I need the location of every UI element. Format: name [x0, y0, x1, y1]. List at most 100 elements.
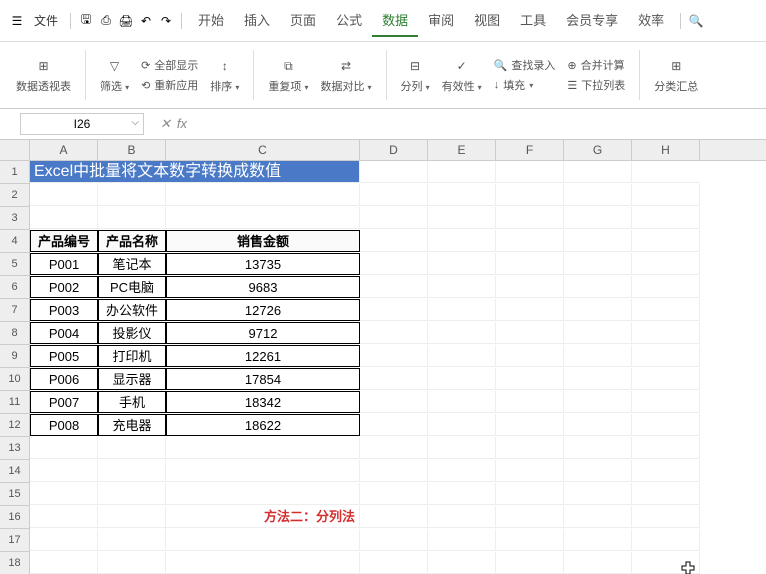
cell[interactable]	[564, 161, 632, 183]
cell[interactable]	[428, 322, 496, 344]
data-cell-id[interactable]: P007	[30, 391, 98, 413]
cell[interactable]	[632, 230, 700, 252]
row-header-2[interactable]: 2	[0, 184, 30, 207]
cell[interactable]	[428, 552, 496, 574]
cell[interactable]	[496, 253, 564, 275]
cell[interactable]	[428, 506, 496, 528]
cell[interactable]	[632, 460, 700, 482]
undo-icon[interactable]: ↶	[137, 12, 155, 30]
cell[interactable]	[360, 391, 428, 413]
cell[interactable]	[632, 529, 700, 551]
dropdown-list-button[interactable]: ☰下拉列表	[563, 76, 629, 94]
cell[interactable]	[496, 207, 564, 229]
show-all-button[interactable]: ⟳全部显示	[137, 56, 202, 74]
cell[interactable]	[496, 345, 564, 367]
data-cell-name[interactable]: 投影仪	[98, 322, 166, 344]
cell[interactable]	[360, 414, 428, 436]
row-header-18[interactable]: 18	[0, 552, 30, 574]
row-header-11[interactable]: 11	[0, 391, 30, 414]
data-cell-name[interactable]: 办公软件	[98, 299, 166, 321]
col-header-D[interactable]: D	[360, 140, 428, 160]
cell[interactable]	[98, 483, 166, 505]
validation-button[interactable]: ✓ 有效性 ▾	[438, 54, 486, 96]
col-header-E[interactable]: E	[428, 140, 496, 160]
cell[interactable]	[428, 161, 496, 183]
cell[interactable]	[360, 460, 428, 482]
cell[interactable]	[428, 391, 496, 413]
cell[interactable]	[428, 345, 496, 367]
cell[interactable]	[166, 552, 360, 574]
col-header-C[interactable]: C	[166, 140, 360, 160]
cell[interactable]	[564, 368, 632, 390]
cell[interactable]	[360, 483, 428, 505]
cell[interactable]	[564, 276, 632, 298]
data-compare-button[interactable]: ⇄ 数据对比 ▾	[316, 54, 375, 96]
cell[interactable]	[564, 207, 632, 229]
cell[interactable]	[632, 253, 700, 275]
cell[interactable]	[360, 529, 428, 551]
cell[interactable]	[632, 483, 700, 505]
cell[interactable]	[360, 161, 428, 183]
row-header-13[interactable]: 13	[0, 437, 30, 460]
cell[interactable]	[30, 483, 98, 505]
name-box[interactable]: I26 ⌵	[20, 113, 144, 135]
data-cell-id[interactable]: P001	[30, 253, 98, 275]
cell[interactable]	[98, 552, 166, 574]
cell[interactable]	[98, 437, 166, 459]
tab-6[interactable]: 视图	[464, 4, 510, 37]
data-cell-amount[interactable]: 12261	[166, 345, 360, 367]
row-header-12[interactable]: 12	[0, 414, 30, 437]
cell[interactable]	[98, 529, 166, 551]
cell[interactable]	[496, 391, 564, 413]
cell[interactable]	[632, 437, 700, 459]
cell[interactable]	[360, 368, 428, 390]
cell[interactable]	[632, 276, 700, 298]
cell[interactable]	[428, 437, 496, 459]
cell[interactable]	[632, 161, 700, 183]
tab-8[interactable]: 会员专享	[556, 4, 628, 37]
cell[interactable]	[360, 437, 428, 459]
cell[interactable]	[496, 414, 564, 436]
cell[interactable]	[564, 299, 632, 321]
col-header-H[interactable]: H	[632, 140, 700, 160]
data-cell-amount[interactable]: 18342	[166, 391, 360, 413]
cell[interactable]	[564, 253, 632, 275]
row-header-14[interactable]: 14	[0, 460, 30, 483]
filter-button[interactable]: ▽ 筛选 ▾	[96, 54, 133, 96]
cell[interactable]	[632, 506, 700, 528]
cell[interactable]	[166, 437, 360, 459]
data-cell-amount[interactable]: 9683	[166, 276, 360, 298]
cell[interactable]	[428, 483, 496, 505]
row-header-15[interactable]: 15	[0, 483, 30, 506]
data-cell-id[interactable]: P006	[30, 368, 98, 390]
cell[interactable]	[496, 276, 564, 298]
cell[interactable]	[496, 368, 564, 390]
cell[interactable]	[496, 483, 564, 505]
cell[interactable]	[360, 207, 428, 229]
cell[interactable]	[98, 207, 166, 229]
cell[interactable]	[360, 345, 428, 367]
data-cell-amount[interactable]: 17854	[166, 368, 360, 390]
print-preview-icon[interactable]: ⎙	[97, 12, 115, 30]
cell[interactable]	[632, 184, 700, 206]
cell[interactable]	[30, 529, 98, 551]
data-cell-amount[interactable]: 9712	[166, 322, 360, 344]
table-header-amount[interactable]: 销售金额	[166, 230, 360, 252]
cell[interactable]	[360, 322, 428, 344]
cell[interactable]	[564, 230, 632, 252]
cell[interactable]	[30, 460, 98, 482]
data-cell-id[interactable]: P005	[30, 345, 98, 367]
cell[interactable]	[496, 230, 564, 252]
cell[interactable]	[428, 460, 496, 482]
cell[interactable]	[30, 506, 98, 528]
row-header-6[interactable]: 6	[0, 276, 30, 299]
cell[interactable]	[496, 184, 564, 206]
cell[interactable]	[428, 184, 496, 206]
cell[interactable]	[564, 552, 632, 574]
cell[interactable]	[428, 207, 496, 229]
cell[interactable]	[428, 414, 496, 436]
cell[interactable]	[496, 161, 564, 183]
data-cell-id[interactable]: P004	[30, 322, 98, 344]
data-cell-id[interactable]: P003	[30, 299, 98, 321]
cell[interactable]	[428, 230, 496, 252]
